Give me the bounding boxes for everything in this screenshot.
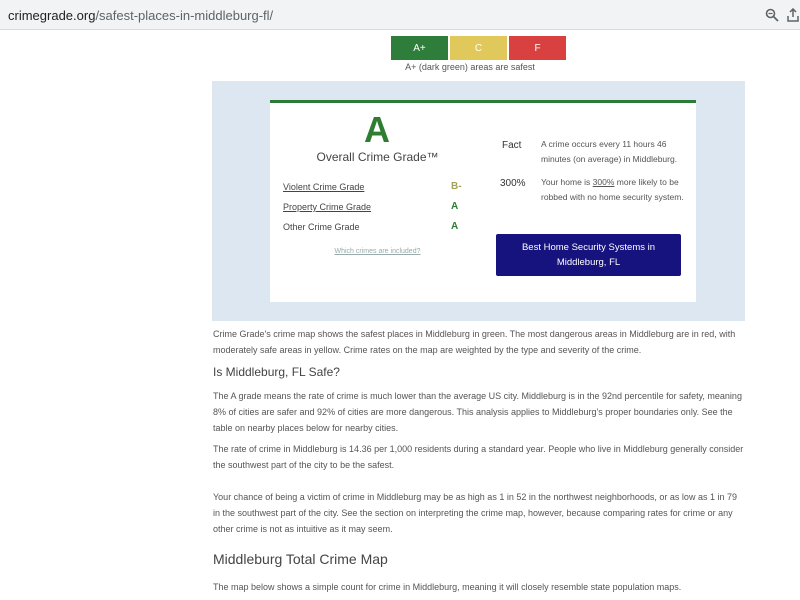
fact-percent-text: Your home is 300% more likely to be robb… [541, 177, 684, 202]
zoom-icon[interactable] [763, 6, 781, 24]
other-crime-grade-value: A [451, 221, 459, 232]
is-safe-heading: Is Middleburg, FL Safe? [213, 365, 340, 379]
url-text[interactable]: crimegrade.org/safest-places-in-middlebu… [8, 8, 273, 23]
other-crime-grade-label: Other Crime Grade [283, 222, 360, 232]
legend-grade-c: C [450, 36, 507, 60]
map-intro-paragraph: The map below shows a simple count for c… [213, 582, 682, 592]
property-crime-grade-link[interactable]: Property Crime Grade [283, 202, 371, 212]
percent-highlight[interactable]: 300% [593, 177, 615, 187]
legend-caption: A+ (dark green) areas are safest [405, 62, 535, 72]
fact-label: Fact [502, 140, 522, 151]
rate-paragraph: The rate of crime in Middleburg is 14.36… [213, 444, 744, 470]
home-security-button[interactable]: Best Home Security Systems in Middleburg… [496, 234, 681, 276]
url-domain: crimegrade.org [8, 8, 96, 23]
which-crimes-link[interactable]: Which crimes are included? [310, 248, 445, 255]
chance-paragraph: Your chance of being a victim of crime i… [213, 492, 737, 534]
legend-grade-f: F [509, 36, 566, 60]
intro-paragraph: Crime Grade's crime map shows the safest… [213, 329, 736, 355]
share-icon[interactable] [784, 6, 800, 24]
address-bar[interactable]: crimegrade.org/safest-places-in-middlebu… [0, 0, 800, 30]
fact-percent-label: 300% [500, 178, 526, 189]
property-crime-grade-value: A [451, 201, 459, 212]
legend-grade-a-plus: A+ [391, 36, 448, 60]
safety-paragraph: The A grade means the rate of crime is m… [213, 391, 742, 433]
violent-crime-grade-value: B- [451, 181, 462, 192]
fact-text: A crime occurs every 11 hours 46 minutes… [541, 139, 678, 164]
crime-map-heading: Middleburg Total Crime Map [213, 551, 388, 567]
url-path: /safest-places-in-middleburg-fl/ [95, 8, 274, 23]
overall-grade-title: Overall Crime Grade™ [316, 150, 439, 164]
violent-crime-grade-link[interactable]: Violent Crime Grade [283, 182, 364, 192]
overall-grade: A [364, 109, 390, 150]
